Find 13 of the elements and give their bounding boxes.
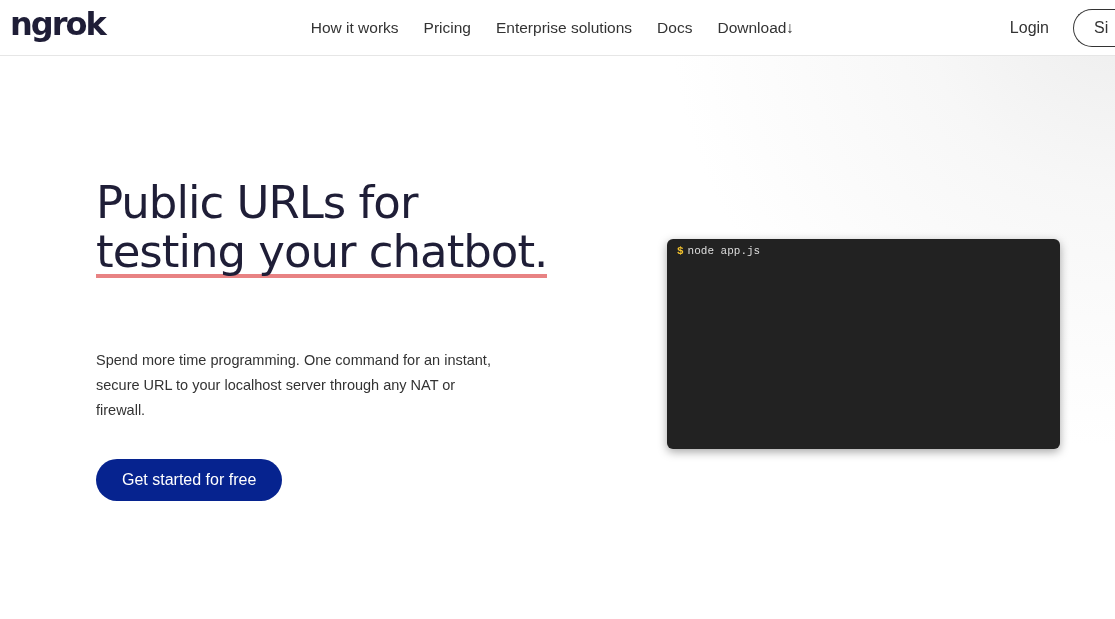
heading-line: Public URLs for	[96, 176, 418, 230]
nav-link[interactable]: How it works	[310, 18, 399, 37]
hero-description: Spend more time programming. One command for an instant, secure URL to your localhost server through any NAT or firewall.	[96, 351, 492, 420]
signup-button[interactable]: Si	[1073, 8, 1115, 47]
nav-link[interactable]: Docs	[657, 18, 693, 37]
get-started-button[interactable]: Get started for free	[96, 459, 283, 501]
login-link[interactable]: Login	[1009, 18, 1049, 37]
underlined-heading-line: testing your chatbot.	[96, 230, 548, 278]
nav-link[interactable]: Enterprise solutions	[496, 18, 633, 37]
download-menu[interactable]: Download↓	[717, 18, 795, 37]
nav-link[interactable]: Pricing	[423, 18, 471, 37]
terminal-line: $ node app.js	[677, 245, 762, 257]
logo[interactable]: ngrok	[10, 4, 105, 43]
